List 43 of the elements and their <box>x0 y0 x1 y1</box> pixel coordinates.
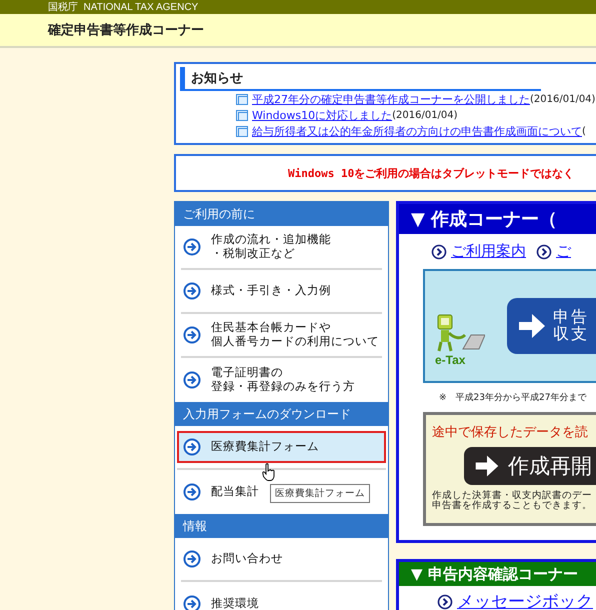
resume-description: 作成した決算書・収支内訳書のデー <box>432 491 593 501</box>
sidebar-item[interactable]: 作成の流れ・追加機能 ・税制改正など <box>183 233 331 261</box>
notice-date: ( <box>582 126 586 136</box>
arrow-icon <box>474 453 500 479</box>
notice-link[interactable]: 給与所得者又は公的年金所得者の方向けの申告書作成画面について <box>252 124 582 138</box>
mascot-drawing <box>435 313 485 353</box>
chevron-icon <box>536 244 552 260</box>
notice-heading: お知らせ <box>180 67 541 91</box>
etax-logo-text: e-Tax <box>435 353 466 367</box>
chevron-icon <box>431 244 447 260</box>
resume-description: 申告書を作成することもできます。 <box>432 501 593 512</box>
sidebar-heading: ご利用の前に <box>175 202 388 226</box>
notice-date: (2016/01/04) <box>392 110 458 120</box>
sidebar-item[interactable]: 様式・手引き・入力例 <box>183 282 331 300</box>
corner-heading: ▼ 申告内容確認コーナー <box>399 562 596 586</box>
notice-link[interactable]: Windows10に対応しました <box>252 108 392 122</box>
alert-text: Windows 10をご利用の場合はタブレットモードではなく <box>288 166 574 180</box>
corner-link[interactable]: ご <box>556 242 571 261</box>
start-button[interactable]: 申告 収支 <box>507 298 596 354</box>
window-icon <box>236 110 248 120</box>
agency-name: 国税庁 NATIONAL TAX AGENCY <box>48 0 198 14</box>
resume-button[interactable]: 作成再開 <box>464 447 596 485</box>
window-icon <box>236 94 248 104</box>
corner-link[interactable]: メッセージボック <box>457 590 593 610</box>
notice-date: (2016/01/04) <box>530 94 596 104</box>
window-icon <box>236 126 248 136</box>
corner-link[interactable]: ご利用案内 <box>451 242 526 261</box>
sidebar-item[interactable]: お問い合わせ <box>183 550 283 568</box>
arrow-icon <box>517 311 547 341</box>
resume-heading: 途中で保存したデータを読 <box>432 424 589 441</box>
note-text: ※ 平成23年分から平成27年分まで <box>439 392 588 404</box>
corner-heading: ▼ 作成コーナー（ <box>399 204 596 234</box>
sidebar-item[interactable]: 配当集計 <box>183 483 259 501</box>
sidebar-heading: 情報 <box>175 514 388 538</box>
hand-cursor-icon <box>262 463 276 481</box>
sidebar-heading: 入力用フォームのダウンロード <box>175 402 388 426</box>
sidebar-item[interactable]: 推奨環境 <box>183 595 259 610</box>
sidebar-item[interactable]: 住民基本台帳カードや 個人番号カードの利用について <box>183 321 379 349</box>
notice-link[interactable]: 平成27年分の確定申告書等作成コーナーを公開しました <box>252 92 530 106</box>
sidebar-item[interactable]: 電子証明書の 登録・再登録のみを行う方 <box>183 366 355 394</box>
tooltip: 医療費集計フォーム <box>270 484 370 503</box>
site-title: 確定申告書等作成コーナー <box>48 22 204 39</box>
sidebar-item[interactable]: 医療費集計フォーム <box>177 431 386 463</box>
